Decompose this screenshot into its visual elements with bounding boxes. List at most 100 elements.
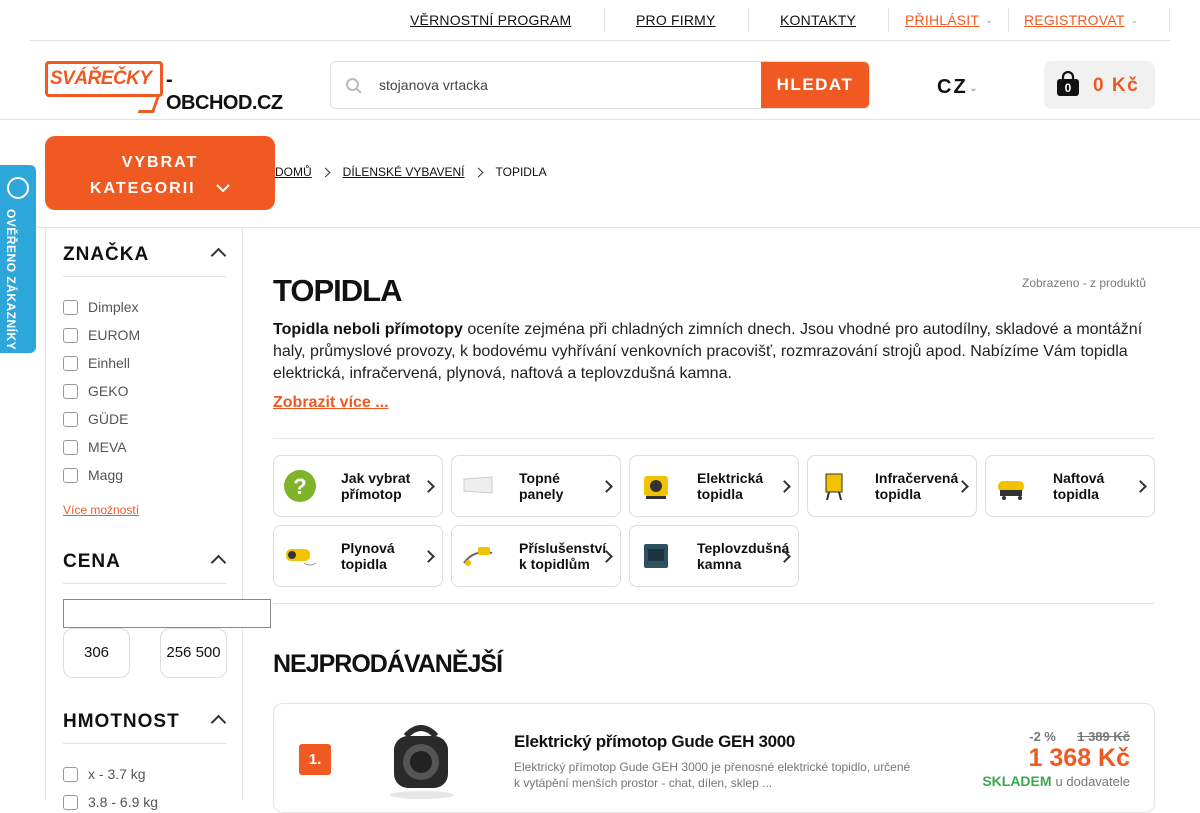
- product-name-link[interactable]: Elektrický přímotop Gude GEH 3000: [514, 732, 795, 752]
- gas-heater-icon: [286, 549, 317, 566]
- brand-option[interactable]: GEKO: [63, 383, 128, 399]
- search-button[interactable]: HLEDAT: [761, 62, 869, 108]
- breadcrumb-current: TOPIDLA: [495, 165, 547, 179]
- divider: [1008, 8, 1009, 32]
- chevron-down-icon: ⌄: [969, 83, 980, 93]
- category-tile[interactable]: Topné panely: [451, 455, 621, 517]
- option-label: x - 3.7 kg: [88, 766, 146, 782]
- divider: [604, 8, 605, 32]
- cart-button[interactable]: 0 0 Kč: [1044, 61, 1155, 109]
- login-label: PŘIHLÁSIT: [905, 12, 980, 28]
- weight-option[interactable]: x - 3.7 kg: [63, 766, 146, 782]
- category-tile[interactable]: Elektrická topidla: [629, 455, 799, 517]
- checkbox[interactable]: [63, 467, 78, 483]
- search-input[interactable]: [379, 62, 761, 108]
- register-link[interactable]: REGISTROVAT ⌄: [1024, 12, 1138, 28]
- price-range-slider[interactable]: [63, 599, 271, 628]
- chevron-right-icon: [320, 167, 331, 177]
- chevron-down-icon: [216, 184, 230, 193]
- more-options-link[interactable]: Více možností: [63, 503, 139, 517]
- stove-icon: [644, 544, 668, 568]
- breadcrumb-home[interactable]: DOMŮ: [275, 165, 312, 179]
- option-label: 3.8 - 6.9 kg: [88, 794, 159, 810]
- brand-option[interactable]: Dimplex: [63, 299, 139, 315]
- divider: [63, 583, 227, 584]
- checkbox[interactable]: [63, 794, 78, 810]
- logo-tail: [137, 95, 161, 113]
- option-label: Magg: [88, 467, 124, 483]
- cart-count: 0: [1064, 81, 1072, 95]
- category-tile[interactable]: ? Jak vybrat přímotop: [273, 455, 443, 517]
- category-button-label: KATEGORII: [89, 180, 196, 197]
- option-label: MEVA: [88, 439, 127, 455]
- products-shown: Zobrazeno - z produktů: [1022, 276, 1147, 290]
- checkbox[interactable]: [63, 766, 78, 782]
- filter-sidebar: ZNAČKA Dimplex EUROM Einhell GEKO GÜDE M…: [45, 228, 271, 810]
- search-icon: [346, 78, 362, 94]
- show-more-link[interactable]: Zobrazit více ...: [273, 394, 389, 412]
- price-min-input[interactable]: 306: [63, 628, 130, 678]
- cart-price: 0 Kč: [1093, 75, 1140, 96]
- chevron-up-icon[interactable]: [210, 554, 227, 571]
- chevron-up-icon[interactable]: [210, 714, 227, 731]
- description-bold: Topidla neboli přímotopy: [273, 321, 463, 338]
- checkbox[interactable]: [63, 355, 78, 371]
- header: SVÁŘEČKY -OBCHOD.CZ HLEDAT CZ⌄ 0 0 Kč: [0, 41, 1200, 120]
- brand-filter-title[interactable]: ZNAČKA: [63, 244, 149, 266]
- product-description: Elektrický přímotop Gude GEH 3000 je pře…: [514, 760, 911, 790]
- price: 1 368 Kč: [1028, 744, 1130, 772]
- top-bar: VĚRNOSTNÍ PROGRAM PRO FIRMY KONTAKTY PŘI…: [30, 0, 1170, 41]
- electric-heater-icon: [644, 476, 668, 499]
- language-selector[interactable]: CZ ⌄: [937, 76, 979, 99]
- page-title: TOPIDLA: [273, 273, 402, 308]
- category-tile[interactable]: Teplovzdušná kamna: [629, 525, 799, 587]
- chevron-up-icon[interactable]: [210, 247, 227, 264]
- badge-text: OVĚŘENO ZÁKAZNÍKY: [4, 209, 18, 351]
- category-tile[interactable]: Naftová topidla: [985, 455, 1155, 517]
- old-price: 1 389 Kč: [1077, 729, 1130, 744]
- divider: [63, 743, 227, 744]
- contacts-link[interactable]: KONTAKTY: [780, 12, 856, 28]
- search-bar: HLEDAT: [330, 61, 870, 109]
- stock-note: u dodavatele: [1055, 774, 1130, 789]
- brand-option[interactable]: Einhell: [63, 355, 130, 371]
- category-tile[interactable]: Plynová topidla: [273, 525, 443, 587]
- checkbox[interactable]: [63, 383, 78, 399]
- logo[interactable]: SVÁŘEČKY -OBCHOD.CZ: [45, 61, 283, 115]
- verified-customers-badge[interactable]: OVĚŘENO ZÁKAZNÍKY: [0, 165, 36, 353]
- brand-option[interactable]: MEVA: [63, 439, 127, 455]
- price-max-input[interactable]: 256 500: [160, 628, 227, 678]
- login-link[interactable]: PŘIHLÁSIT ⌄: [905, 12, 993, 28]
- category-button-line2: KATEGORII: [45, 176, 275, 202]
- checkbox[interactable]: [63, 439, 78, 455]
- diesel-heater-icon: [998, 481, 1024, 500]
- register-label: REGISTROVAT: [1024, 12, 1125, 28]
- chevron-down-icon: ⌄: [985, 15, 993, 25]
- category-tile[interactable]: Příslušenství k topidlům: [451, 525, 621, 587]
- brand-option[interactable]: EUROM: [63, 327, 140, 343]
- rank-badge: 1.: [299, 744, 331, 775]
- divider: [63, 276, 227, 277]
- weight-option[interactable]: 3.8 - 6.9 kg: [63, 794, 158, 810]
- divider: [1169, 8, 1170, 32]
- brand-option[interactable]: Magg: [63, 467, 123, 483]
- badge-seal-icon: [7, 177, 29, 199]
- chevron-right-icon: [473, 167, 483, 177]
- business-link[interactable]: PRO FIRMY: [636, 12, 716, 28]
- option-label: EUROM: [88, 327, 141, 343]
- category-tile[interactable]: Infračervená topidla: [807, 455, 977, 517]
- product-card[interactable]: 1. Elektrický přímotop Gude GEH 3000 Ele…: [273, 703, 1155, 813]
- weight-filter-title[interactable]: HMOTNOST: [63, 711, 180, 733]
- select-category-button[interactable]: VYBRAT KATEGORII: [45, 136, 275, 210]
- loyalty-link[interactable]: VĚRNOSTNÍ PROGRAM: [410, 12, 571, 28]
- checkbox[interactable]: [63, 411, 78, 427]
- checkbox[interactable]: [63, 299, 78, 315]
- category-description: Topidla neboli přímotopy oceníte zejména…: [273, 319, 1153, 385]
- logo-rest: -OBCHOD.CZ: [166, 69, 283, 114]
- product-image[interactable]: [382, 718, 462, 800]
- checkbox[interactable]: [63, 327, 78, 343]
- price-filter-title[interactable]: CENA: [63, 551, 121, 573]
- breadcrumb-workshop[interactable]: DÍLENSKÉ VYBAVENÍ: [343, 165, 465, 179]
- brand-option[interactable]: GÜDE: [63, 411, 128, 427]
- option-label: GÜDE: [88, 411, 129, 427]
